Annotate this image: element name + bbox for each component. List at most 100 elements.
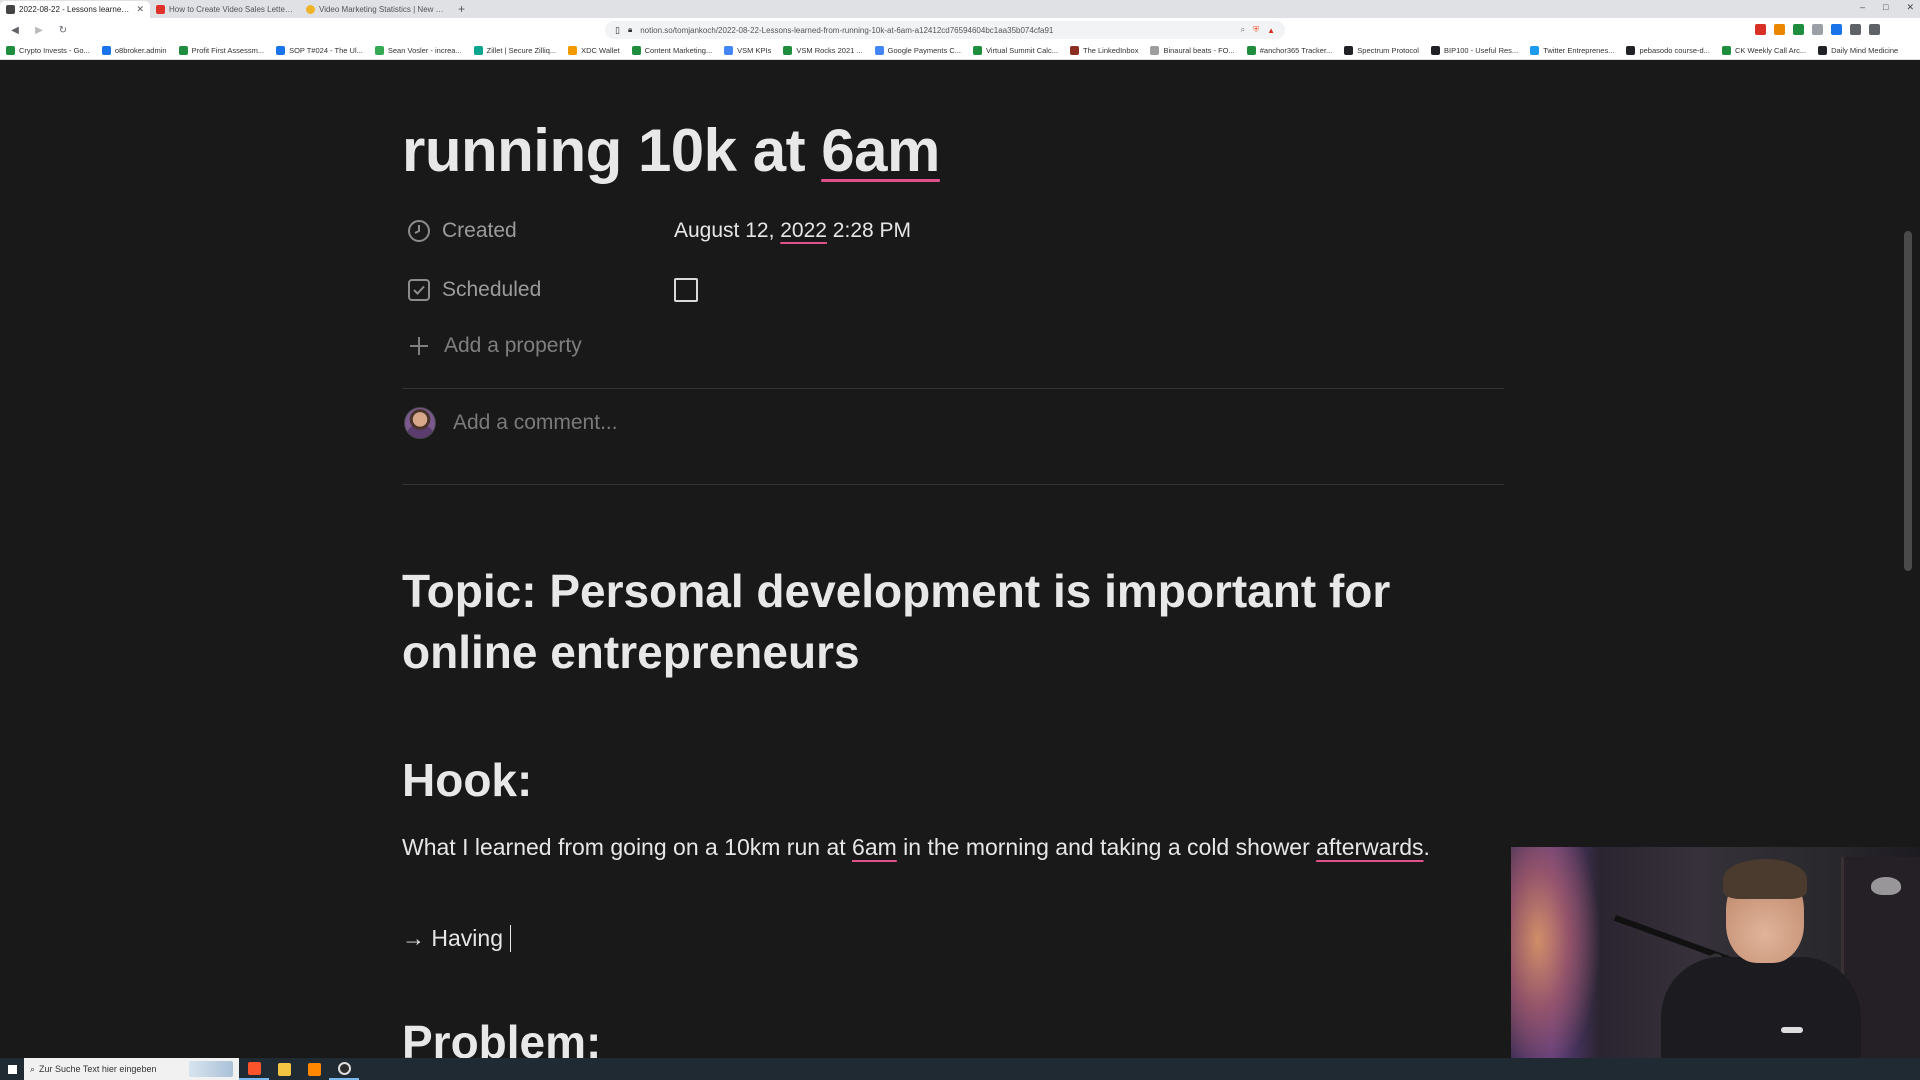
bookmark-favicon-icon xyxy=(374,46,384,55)
property-scheduled[interactable]: Scheduled xyxy=(402,273,1506,307)
back-arrow-icon[interactable]: ◀ xyxy=(8,25,22,36)
bookmark-icon[interactable]: ▯ xyxy=(615,25,620,36)
bookmark-favicon-icon xyxy=(1069,46,1079,55)
having-paragraph[interactable]: → Having xyxy=(402,921,511,955)
obs-studio-icon[interactable] xyxy=(329,1058,359,1080)
vlc-player-icon[interactable] xyxy=(299,1058,329,1080)
bookmark-label: Daily Mind Medicine xyxy=(1831,46,1899,55)
page-scrollbar[interactable] xyxy=(1904,231,1912,571)
file-explorer-icon[interactable] xyxy=(269,1058,299,1080)
bookmark-item[interactable]: The LinkedInbox xyxy=(1069,46,1138,55)
bookmark-item[interactable]: Virtual Summit Calc... xyxy=(973,46,1058,55)
browser-tab[interactable]: Video Marketing Statistics | New Data xyxy=(300,1,450,18)
topic-heading[interactable]: Topic: Personal development is important… xyxy=(402,561,1402,683)
maximize-button[interactable]: □ xyxy=(1883,2,1888,13)
bookmark-item[interactable]: XDC Wallet xyxy=(568,46,620,55)
clock-icon xyxy=(406,218,432,244)
brave-rewards-icon[interactable]: ▲ xyxy=(1267,26,1275,35)
bookmark-favicon-icon xyxy=(178,46,188,55)
bookmark-item[interactable]: BIP100 - Useful Res... xyxy=(1430,46,1518,55)
scheduled-checkbox[interactable] xyxy=(674,278,698,302)
bookmark-favicon-icon xyxy=(6,46,15,55)
bookmark-favicon-icon xyxy=(568,46,578,55)
comment-row[interactable]: Add a comment... xyxy=(402,406,618,440)
add-property-label: Add a property xyxy=(444,334,582,357)
address-bar[interactable]: ▯ 🔒︎ notion.so/tomjankoch/2022-08-22-Les… xyxy=(605,21,1285,39)
brave-shield-icon[interactable]: ⛨ xyxy=(1253,25,1259,35)
bookmark-item[interactable]: Profit First Assessm... xyxy=(178,46,264,55)
bookmark-favicon-icon xyxy=(1721,46,1731,55)
page-title[interactable]: running 10k at 6am xyxy=(402,116,940,185)
tab-close-icon[interactable]: ✕ xyxy=(136,4,144,15)
youtube-favicon-icon xyxy=(156,5,165,14)
bookmark-item[interactable]: Content Marketing... xyxy=(631,46,713,55)
bookmark-label: SOP T#024 - The Ul... xyxy=(289,46,363,55)
bookmark-item[interactable]: Daily Mind Medicine xyxy=(1818,46,1898,55)
bookmark-item[interactable]: pebasodo course-d... xyxy=(1626,46,1710,55)
zoom-icon[interactable]: ⌕ xyxy=(1241,25,1245,35)
search-icon: ⌕ xyxy=(30,1063,36,1074)
new-tab-button[interactable]: + xyxy=(450,2,473,18)
problem-heading[interactable]: Problem: xyxy=(402,1014,601,1061)
hook-text: What I learned from going on a 10km run … xyxy=(402,834,853,860)
bookmark-favicon-icon xyxy=(1344,46,1354,55)
taskbar-search-input[interactable]: Zur Suche Text hier eingeben xyxy=(39,1064,185,1074)
property-created[interactable]: Created August 12, 2022 2:28 PM xyxy=(402,214,1506,248)
brave-browser-icon[interactable] xyxy=(239,1058,269,1080)
bookmark-favicon-icon xyxy=(1626,46,1636,55)
webcam-shirt-logo xyxy=(1781,1027,1803,1033)
extension-icon[interactable] xyxy=(1755,24,1766,35)
url-text[interactable]: notion.so/tomjankoch/2022-08-22-Lessons-… xyxy=(640,26,1232,35)
bookmark-label: XDC Wallet xyxy=(581,46,620,55)
bookmark-item[interactable]: Spectrum Protocol xyxy=(1344,46,1419,55)
bookmark-favicon-icon xyxy=(1530,46,1540,55)
close-window-button[interactable]: ✕ xyxy=(1906,2,1914,13)
bookmark-item[interactable]: o8broker.admin xyxy=(101,46,167,55)
browser-tab-active[interactable]: 2022-08-22 - Lessons learned fro ✕ xyxy=(0,1,150,18)
extension-icon[interactable] xyxy=(1831,24,1842,35)
add-property-button[interactable]: Add a property xyxy=(402,329,582,363)
bookmark-item[interactable]: SOP T#024 - The Ul... xyxy=(276,46,363,55)
bookmark-item[interactable]: Zillet | Secure Zilliq... xyxy=(473,46,557,55)
bookmark-label: Content Marketing... xyxy=(644,46,713,55)
bookmark-label: o8broker.admin xyxy=(114,46,167,55)
bookmark-item[interactable]: Sean Vosler - increa... xyxy=(374,46,462,55)
webcam-light-glow xyxy=(1511,847,1601,1080)
browser-tab[interactable]: How to Create Video Sales Letters Th xyxy=(150,1,300,18)
reload-icon[interactable]: ↻ xyxy=(56,25,70,36)
hook-misspelled-word: afterwards xyxy=(1316,834,1424,860)
extension-icon[interactable] xyxy=(1850,24,1861,35)
extension-icon[interactable] xyxy=(1793,24,1804,35)
minimize-button[interactable]: – xyxy=(1860,2,1865,13)
bookmark-item[interactable]: CK Weekly Call Arc... xyxy=(1721,46,1806,55)
date-suffix: 2:28 PM xyxy=(826,219,912,242)
bookmark-item[interactable]: VSM Rocks 2021 ... xyxy=(783,46,863,55)
bookmark-label: Zillet | Secure Zilliq... xyxy=(486,46,557,55)
bookmark-item[interactable]: Crypto Invests - Go... xyxy=(6,46,90,55)
checkbox-icon xyxy=(406,277,432,303)
property-label: Scheduled xyxy=(442,278,542,301)
webcam-overlay xyxy=(1511,847,1920,1080)
bookmark-item[interactable]: #anchor365 Tracker... xyxy=(1246,46,1333,55)
bookmark-favicon-icon xyxy=(724,46,734,55)
hook-heading[interactable]: Hook: xyxy=(402,752,532,808)
bookmark-item[interactable]: Binaural beats - FO... xyxy=(1150,46,1235,55)
tab-title: 2022-08-22 - Lessons learned fro xyxy=(19,5,133,14)
browser-tab-bar: 2022-08-22 - Lessons learned fro ✕ How t… xyxy=(0,0,1920,18)
divider xyxy=(402,388,1504,389)
extension-icon[interactable] xyxy=(1869,24,1880,35)
bookmark-item[interactable]: Google Payments C... xyxy=(874,46,961,55)
extension-icon[interactable] xyxy=(1812,24,1823,35)
date-year: 2022 xyxy=(780,219,827,242)
taskbar-search[interactable]: ⌕ Zur Suche Text hier eingeben xyxy=(24,1058,239,1080)
hook-paragraph[interactable]: What I learned from going on a 10km run … xyxy=(402,828,1442,866)
forward-arrow-icon[interactable]: ▶ xyxy=(32,25,46,36)
bookmark-label: #anchor365 Tracker... xyxy=(1259,46,1333,55)
comment-input[interactable]: Add a comment... xyxy=(453,411,618,435)
webcam-person-hair xyxy=(1723,859,1807,899)
bookmark-item[interactable]: Twitter Entreprenes... xyxy=(1530,46,1614,55)
having-text: → Having xyxy=(402,925,503,951)
extension-icon[interactable] xyxy=(1774,24,1785,35)
bookmark-item[interactable]: VSM KPIs xyxy=(724,46,771,55)
windows-start-icon[interactable] xyxy=(0,1058,24,1080)
